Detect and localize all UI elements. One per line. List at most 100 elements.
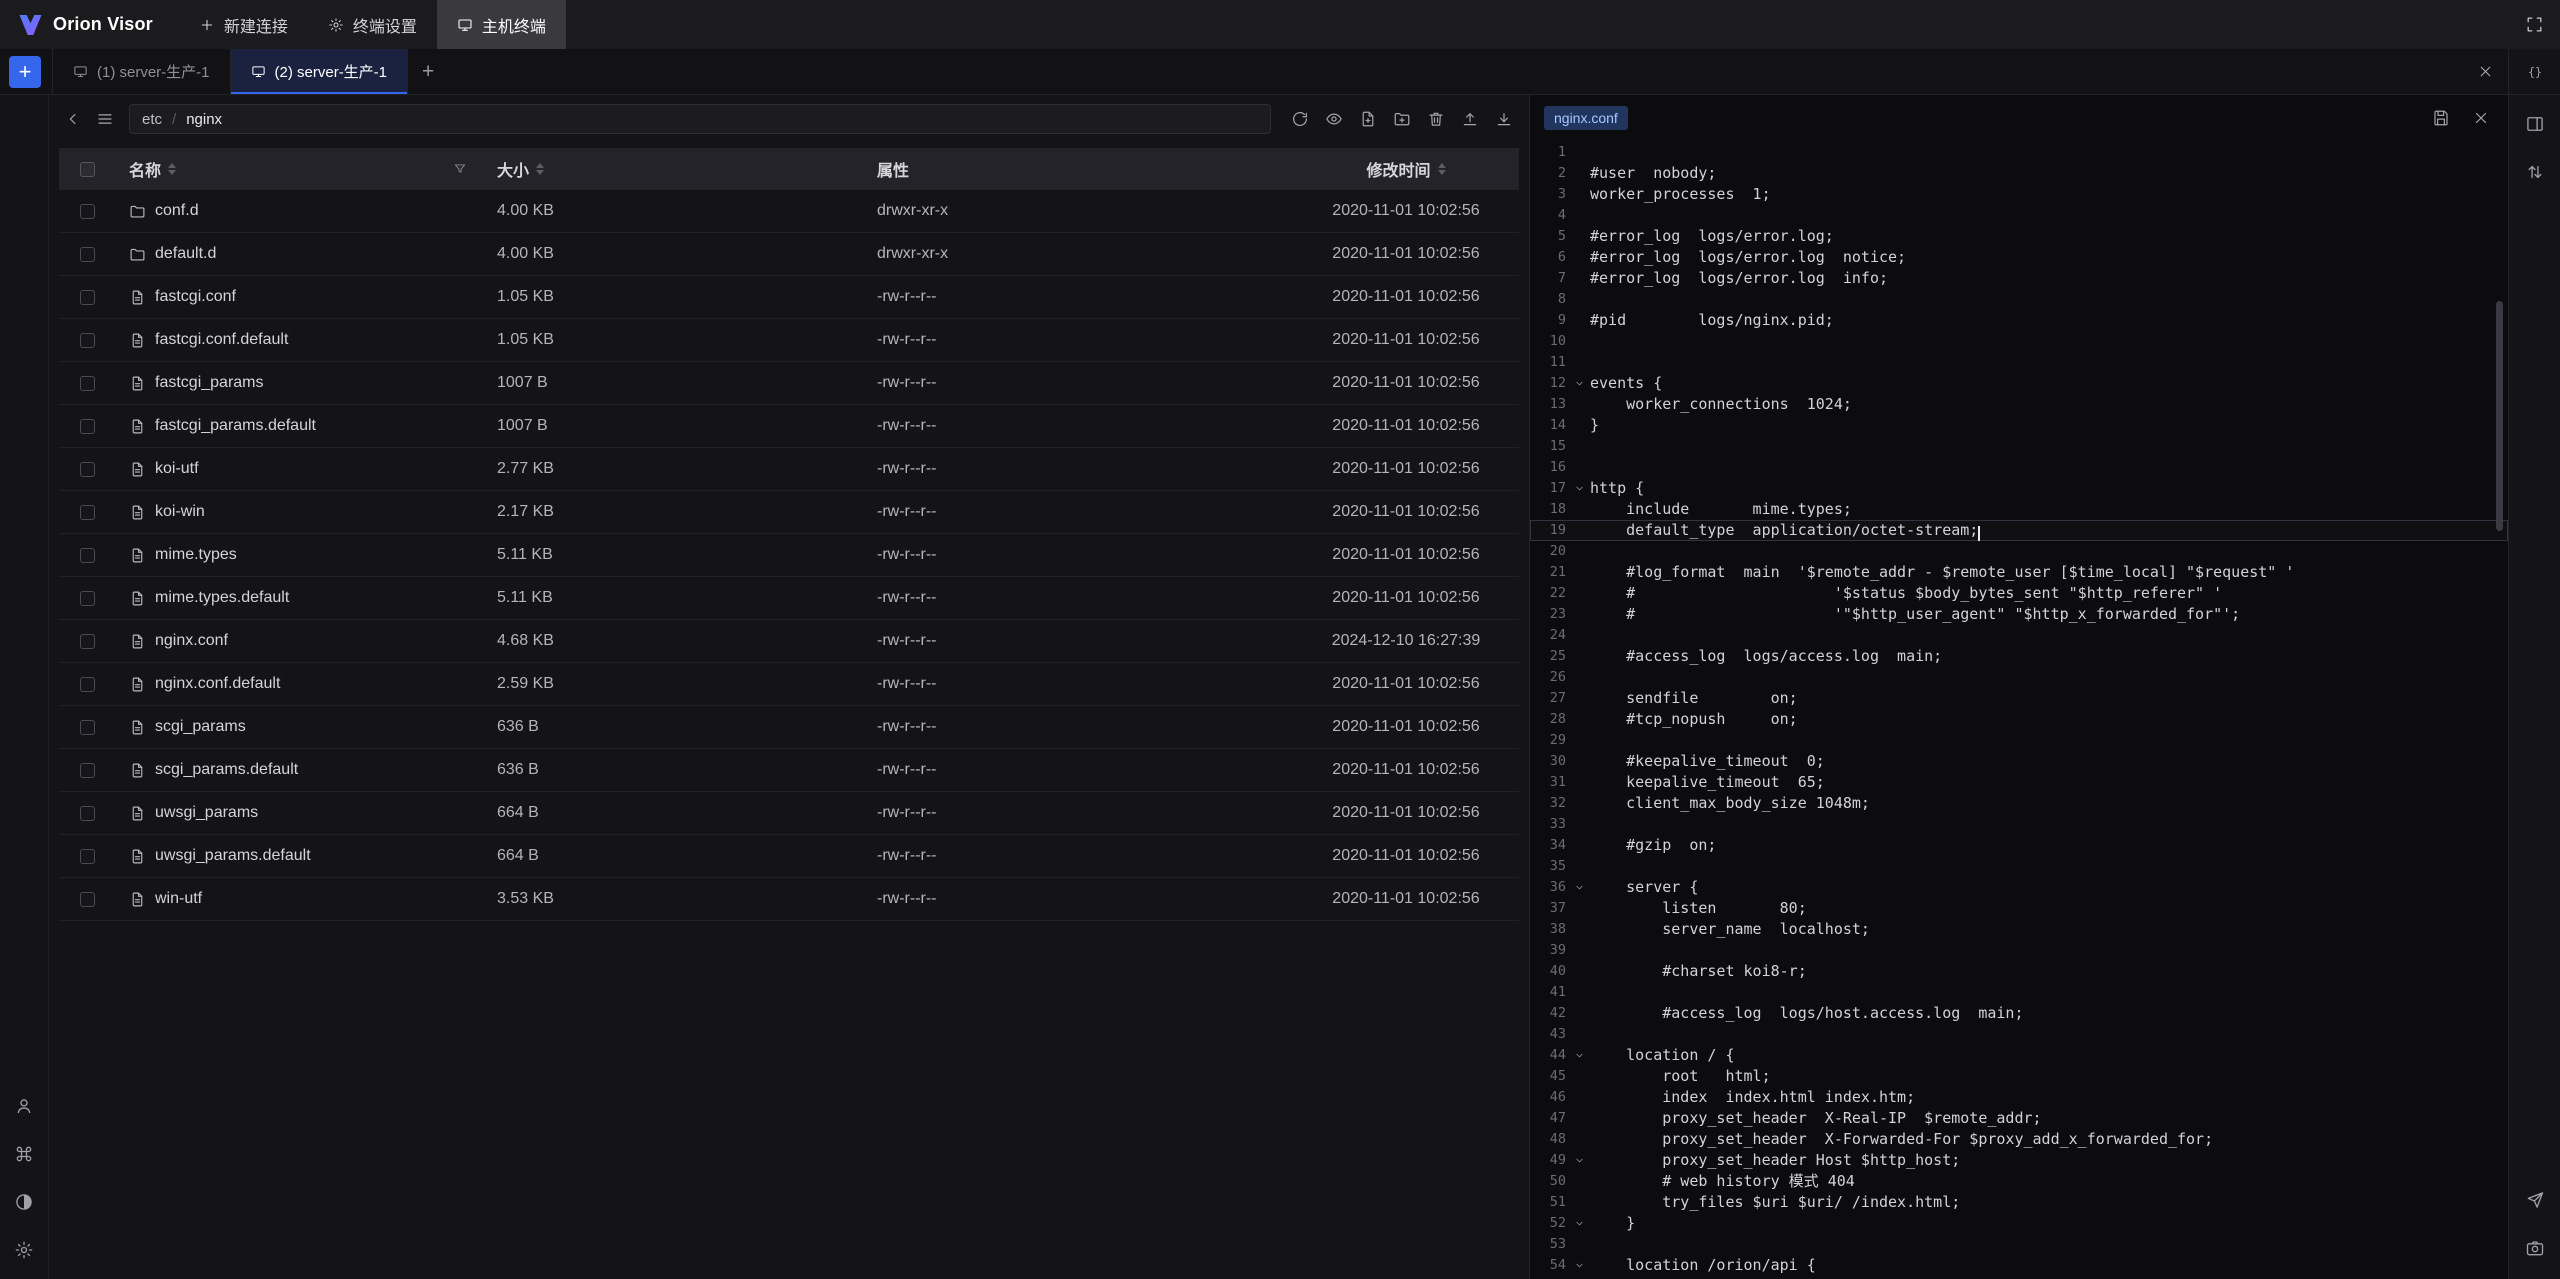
terminal-tab[interactable]: (1) server-生产-1 (52, 49, 231, 94)
code-line[interactable]: 44 location / { (1530, 1045, 2508, 1066)
row-checkbox[interactable] (80, 376, 95, 391)
screenshot-icon[interactable] (2518, 1231, 2552, 1265)
breadcrumb-segment[interactable]: nginx (186, 111, 222, 128)
code-line[interactable]: 6#error_log logs/error.log notice; (1530, 247, 2508, 268)
breadcrumb-segment[interactable]: etc (142, 111, 162, 128)
code-editor[interactable]: 12#user nobody;3worker_processes 1;45#er… (1530, 141, 2508, 1279)
filter-icon[interactable] (453, 162, 467, 176)
code-line[interactable]: 11 (1530, 352, 2508, 373)
table-row[interactable]: fastcgi_params.default 1007 B -rw-r--r--… (59, 405, 1519, 448)
code-line[interactable]: 19 default_type application/octet-stream… (1530, 520, 2508, 541)
file-name[interactable]: koi-utf (155, 460, 199, 478)
table-row[interactable]: uwsgi_params 664 B -rw-r--r-- 2020-11-01… (59, 792, 1519, 835)
nav-item-host-terminal[interactable]: 主机终端 (437, 0, 566, 49)
sort-name-icon[interactable] (168, 163, 176, 175)
code-line[interactable]: 17http { (1530, 478, 2508, 499)
terminal-tab[interactable]: (2) server-生产-1 (231, 49, 409, 94)
code-line[interactable]: 38 server_name localhost; (1530, 919, 2508, 940)
code-line[interactable]: 49 proxy_set_header Host $http_host; (1530, 1150, 2508, 1171)
code-line[interactable]: 21 #log_format main '$remote_addr - $rem… (1530, 562, 2508, 583)
table-row[interactable]: nginx.conf.default 2.59 KB -rw-r--r-- 20… (59, 663, 1519, 706)
new-connection-button[interactable]: + (9, 56, 41, 88)
fold-toggle-icon[interactable] (1568, 378, 1590, 389)
code-line[interactable]: 40 #charset koi8-r; (1530, 961, 2508, 982)
column-header-mtime[interactable]: 修改时间 (1366, 157, 1430, 181)
table-row[interactable]: fastcgi.conf 1.05 KB -rw-r--r-- 2020-11-… (59, 276, 1519, 319)
file-name[interactable]: fastcgi_params.default (155, 417, 316, 435)
code-line[interactable]: 46 index index.html index.htm; (1530, 1087, 2508, 1108)
file-name[interactable]: win-utf (155, 890, 202, 908)
file-name[interactable]: koi-win (155, 503, 205, 521)
code-line[interactable]: 43 (1530, 1024, 2508, 1045)
table-row[interactable]: koi-win 2.17 KB -rw-r--r-- 2020-11-01 10… (59, 491, 1519, 534)
row-checkbox[interactable] (80, 677, 95, 692)
code-line[interactable]: 52 } (1530, 1213, 2508, 1234)
file-name[interactable]: default.d (155, 245, 216, 263)
code-line[interactable]: 36 server { (1530, 877, 2508, 898)
table-row[interactable]: fastcgi_params 1007 B -rw-r--r-- 2020-11… (59, 362, 1519, 405)
code-line[interactable]: 12events { (1530, 373, 2508, 394)
file-name[interactable]: mime.types.default (155, 589, 289, 607)
file-name[interactable]: nginx.conf.default (155, 675, 280, 693)
row-checkbox[interactable] (80, 591, 95, 606)
table-row[interactable]: conf.d 4.00 KB drwxr-xr-x 2020-11-01 10:… (59, 190, 1519, 233)
code-line[interactable]: 51 try_files $uri $uri/ /index.html; (1530, 1192, 2508, 1213)
fold-toggle-icon[interactable] (1568, 1155, 1590, 1166)
code-line[interactable]: 42 #access_log logs/host.access.log main… (1530, 1003, 2508, 1024)
row-checkbox[interactable] (80, 419, 95, 434)
table-row[interactable]: default.d 4.00 KB drwxr-xr-x 2020-11-01 … (59, 233, 1519, 276)
nav-item-terminal-settings[interactable]: 终端设置 (308, 0, 437, 49)
row-checkbox[interactable] (80, 720, 95, 735)
sort-size-icon[interactable] (536, 163, 544, 175)
code-line[interactable]: 50 # web history 模式 404 (1530, 1171, 2508, 1192)
code-line[interactable]: 24 (1530, 625, 2508, 646)
select-all-checkbox[interactable] (80, 162, 95, 177)
file-name[interactable]: nginx.conf (155, 632, 228, 650)
code-line[interactable]: 35 (1530, 856, 2508, 877)
column-header-size[interactable]: 大小 (497, 157, 529, 181)
file-name[interactable]: fastcgi_params (155, 374, 264, 392)
row-checkbox[interactable] (80, 247, 95, 262)
code-line[interactable]: 1 (1530, 142, 2508, 163)
file-name[interactable]: uwsgi_params.default (155, 847, 311, 865)
file-name[interactable]: conf.d (155, 202, 199, 220)
file-name[interactable]: uwsgi_params (155, 804, 258, 822)
new-folder-icon[interactable] (1387, 104, 1417, 134)
code-line[interactable]: 23 # '"$http_user_agent" "$http_x_forwar… (1530, 604, 2508, 625)
file-name[interactable]: fastcgi.conf.default (155, 331, 288, 349)
file-name[interactable]: scgi_params.default (155, 761, 298, 779)
file-name[interactable]: scgi_params (155, 718, 246, 736)
list-view-icon[interactable] (91, 105, 119, 133)
row-checkbox[interactable] (80, 333, 95, 348)
save-file-icon[interactable] (2428, 105, 2454, 131)
fullscreen-icon[interactable] (2525, 15, 2544, 34)
shortcuts-icon[interactable] (7, 1137, 41, 1171)
user-icon[interactable] (7, 1089, 41, 1123)
code-line[interactable]: 54 location /orion/api { (1530, 1255, 2508, 1276)
settings-icon[interactable] (7, 1233, 41, 1267)
sort-order-icon[interactable] (2518, 155, 2552, 189)
new-tab-button[interactable]: + (422, 61, 434, 82)
code-line[interactable]: 53 (1530, 1234, 2508, 1255)
table-row[interactable]: koi-utf 2.77 KB -rw-r--r-- 2020-11-01 10… (59, 448, 1519, 491)
table-row[interactable]: mime.types 5.11 KB -rw-r--r-- 2020-11-01… (59, 534, 1519, 577)
fold-toggle-icon[interactable] (1568, 1050, 1590, 1061)
table-row[interactable]: win-utf 3.53 KB -rw-r--r-- 2020-11-01 10… (59, 878, 1519, 921)
code-line[interactable]: 2#user nobody; (1530, 163, 2508, 184)
file-name[interactable]: mime.types (155, 546, 237, 564)
code-line[interactable]: 22 # '$status $body_bytes_sent "$http_re… (1530, 583, 2508, 604)
code-line[interactable]: 13 worker_connections 1024; (1530, 394, 2508, 415)
code-line[interactable]: 16 (1530, 457, 2508, 478)
code-line[interactable]: 5#error_log logs/error.log; (1530, 226, 2508, 247)
json-view-icon[interactable]: {} (2518, 55, 2552, 89)
code-line[interactable]: 18 include mime.types; (1530, 499, 2508, 520)
code-line[interactable]: 8 (1530, 289, 2508, 310)
code-line[interactable]: 32 client_max_body_size 1048m; (1530, 793, 2508, 814)
table-row[interactable]: scgi_params.default 636 B -rw-r--r-- 202… (59, 749, 1519, 792)
fold-toggle-icon[interactable] (1568, 1260, 1590, 1271)
row-checkbox[interactable] (80, 548, 95, 563)
code-line[interactable]: 45 root html; (1530, 1066, 2508, 1087)
code-line[interactable]: 25 #access_log logs/access.log main; (1530, 646, 2508, 667)
fold-toggle-icon[interactable] (1568, 882, 1590, 893)
code-line[interactable]: 10 (1530, 331, 2508, 352)
